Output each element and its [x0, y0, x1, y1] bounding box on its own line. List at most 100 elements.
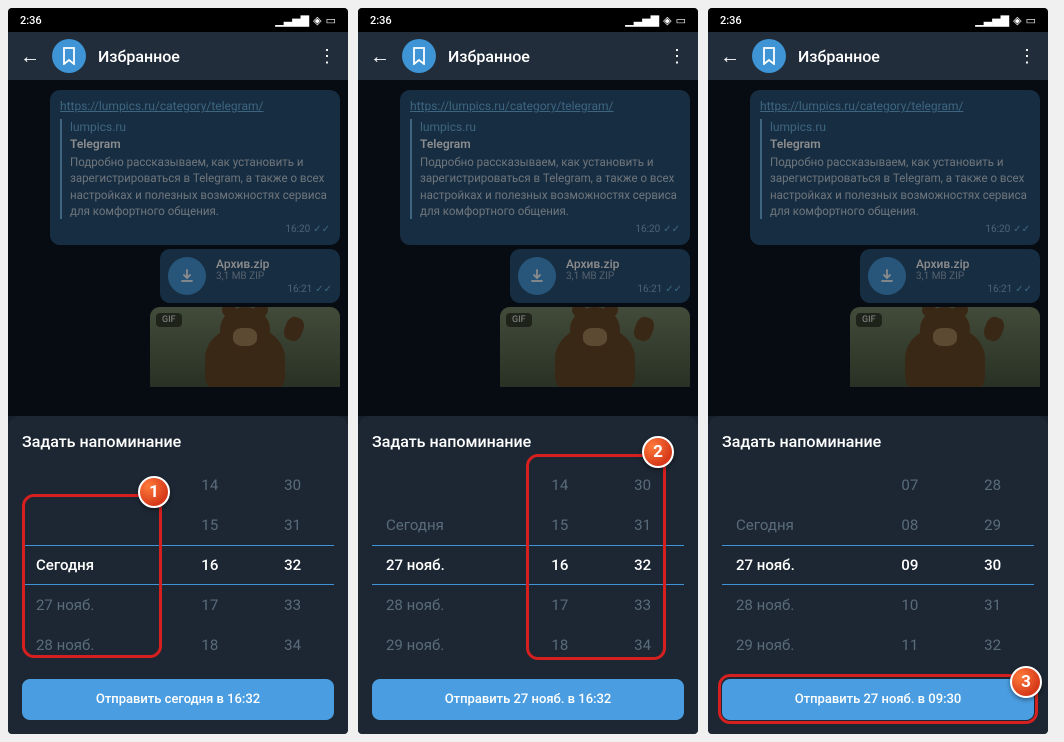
picker-item[interactable]: 30 [601, 465, 684, 505]
phone-screen-1: 2:36 ▁▃▅▇ ◈ ▭ ← Избранное ⋮ https://lump… [8, 8, 348, 734]
picker-item-selected[interactable]: 16 [518, 545, 601, 585]
message-gif[interactable]: GIF [150, 307, 340, 387]
picker-item[interactable]: 28 нояб. [736, 585, 868, 625]
message-link[interactable]: https://lumpics.ru/category/telegram/ [60, 99, 264, 113]
preview-site: lumpics.ru [70, 119, 330, 136]
picker-item[interactable]: 30 [251, 465, 334, 505]
picker-item[interactable]: 08 [868, 505, 951, 545]
picker-item-selected[interactable]: 09 [868, 545, 951, 585]
message-gif[interactable]: GIF [500, 307, 690, 387]
message-link-preview[interactable]: https://lumpics.ru/category/telegram/ lu… [50, 90, 340, 245]
picker-item[interactable]: 27 нояб. [36, 585, 168, 625]
picker-item[interactable]: 34 [251, 625, 334, 665]
picker-item[interactable] [386, 465, 518, 505]
picker-item[interactable]: Сегодня [386, 505, 518, 545]
chat-title[interactable]: Избранное [98, 47, 306, 66]
minute-column[interactable]: 28 29 30 31 32 [951, 465, 1034, 665]
picker-item[interactable] [736, 465, 868, 505]
picker-item-selected[interactable]: Сегодня [36, 545, 168, 585]
status-icons: ▁▃▅▇ ◈ ▭ [275, 14, 336, 27]
picker-item[interactable]: 14 [518, 465, 601, 505]
picker-item-selected[interactable]: 27 нояб. [386, 545, 518, 585]
status-icons: ▁▃▅▇ ◈ ▭ [975, 14, 1036, 27]
chat-title[interactable]: Избранное [448, 47, 656, 66]
picker-item[interactable]: 10 [868, 585, 951, 625]
minute-column[interactable]: 30 31 32 33 34 [601, 465, 684, 665]
message-link-preview[interactable]: https://lumpics.ru/category/telegram/ lu… [400, 90, 690, 245]
message-link[interactable]: https://lumpics.ru/category/telegram/ [410, 99, 614, 113]
status-icons: ▁▃▅▇ ◈ ▭ [625, 14, 686, 27]
message-file[interactable]: Архив.zip 3,1 MB ZIP 16:21✓✓ [160, 249, 340, 303]
picker-item[interactable]: 32 [951, 625, 1034, 665]
back-arrow-icon[interactable]: ← [20, 44, 40, 69]
wifi-icon: ◈ [313, 14, 321, 27]
picker-item[interactable]: 28 нояб. [36, 625, 168, 665]
picker-item[interactable]: 17 [518, 585, 601, 625]
picker-item[interactable]: 33 [251, 585, 334, 625]
picker-item[interactable]: 31 [951, 585, 1034, 625]
picker-item[interactable]: 14 [168, 465, 251, 505]
datetime-picker[interactable]: Сегодня 27 нояб. 28 нояб. 29 нояб. 07 08… [722, 465, 1034, 665]
file-download-icon[interactable] [168, 257, 206, 295]
link-preview: lumpics.ru Telegram Подробно рассказывае… [760, 119, 1030, 219]
picker-item[interactable]: 29 [951, 505, 1034, 545]
picker-item[interactable]: 31 [251, 505, 334, 545]
picker-item[interactable] [36, 505, 168, 545]
preview-description: Подробно рассказываем, как установить и … [70, 154, 330, 218]
message-link-preview[interactable]: https://lumpics.ru/category/telegram/ lu… [750, 90, 1040, 245]
message-file[interactable]: Архив.zip 3,1 MB ZIP 16:21✓✓ [860, 249, 1040, 303]
send-button[interactable]: Отправить сегодня в 16:32 [22, 679, 334, 720]
message-link[interactable]: https://lumpics.ru/category/telegram/ [760, 99, 964, 113]
picker-item[interactable]: 18 [168, 625, 251, 665]
menu-dots-icon[interactable]: ⋮ [1018, 46, 1036, 67]
picker-item[interactable]: 17 [168, 585, 251, 625]
date-column[interactable]: Сегодня 27 нояб. 28 нояб. 29 нояб. [722, 465, 868, 665]
picker-item-selected[interactable]: 30 [951, 545, 1034, 585]
menu-dots-icon[interactable]: ⋮ [318, 46, 336, 67]
picker-item[interactable]: 29 нояб. [386, 625, 518, 665]
picker-item[interactable]: 18 [518, 625, 601, 665]
picker-item[interactable]: 11 [868, 625, 951, 665]
chat-title[interactable]: Избранное [798, 47, 1006, 66]
picker-item[interactable]: Сегодня [736, 505, 868, 545]
file-download-icon[interactable] [518, 257, 556, 295]
status-time: 2:36 [370, 14, 392, 27]
picker-item-selected[interactable]: 16 [168, 545, 251, 585]
picker-item[interactable]: 15 [168, 505, 251, 545]
picker-item-selected[interactable]: 32 [601, 545, 684, 585]
bookmark-icon[interactable] [402, 39, 436, 73]
file-size: 3,1 MB ZIP [916, 271, 1032, 282]
picker-item[interactable]: 31 [601, 505, 684, 545]
picker-item[interactable]: 28 [951, 465, 1034, 505]
picker-item[interactable]: 34 [601, 625, 684, 665]
phone-screen-2: 2:36 ▁▃▅▇ ◈ ▭ ← Избранное ⋮ https://lump… [358, 8, 698, 734]
picker-item[interactable]: 28 нояб. [386, 585, 518, 625]
picker-item[interactable]: 07 [868, 465, 951, 505]
back-arrow-icon[interactable]: ← [370, 44, 390, 69]
bookmark-icon[interactable] [52, 39, 86, 73]
picker-item-selected[interactable]: 32 [251, 545, 334, 585]
picker-item-selected[interactable]: 27 нояб. [736, 545, 868, 585]
bookmark-icon[interactable] [752, 39, 786, 73]
message-file[interactable]: Архив.zip 3,1 MB ZIP 16:21✓✓ [510, 249, 690, 303]
date-column[interactable]: Сегодня 27 нояб. 28 нояб. 29 нояб. [372, 465, 518, 665]
picker-item[interactable]: 15 [518, 505, 601, 545]
send-button[interactable]: Отправить 27 нояб. в 16:32 [372, 679, 684, 720]
datetime-picker[interactable]: Сегодня 27 нояб. 28 нояб. 29 нояб. 14 15… [372, 465, 684, 665]
wifi-icon: ◈ [1013, 14, 1021, 27]
message-gif[interactable]: GIF [850, 307, 1040, 387]
file-download-icon[interactable] [868, 257, 906, 295]
read-checkmarks-icon: ✓✓ [313, 224, 330, 235]
hour-column[interactable]: 07 08 09 10 11 [868, 465, 951, 665]
datetime-picker[interactable]: Сегодня 27 нояб. 28 нояб. 14 15 16 17 18… [22, 465, 334, 665]
send-button[interactable]: Отправить 27 нояб. в 09:30 [722, 679, 1034, 720]
picker-item[interactable]: 29 нояб. [736, 625, 868, 665]
hour-column[interactable]: 14 15 16 17 18 [518, 465, 601, 665]
hour-column[interactable]: 14 15 16 17 18 [168, 465, 251, 665]
picker-item[interactable]: 33 [601, 585, 684, 625]
menu-dots-icon[interactable]: ⋮ [668, 46, 686, 67]
back-arrow-icon[interactable]: ← [720, 44, 740, 69]
chat-header: ← Избранное ⋮ [8, 32, 348, 80]
bear-image [895, 307, 995, 387]
minute-column[interactable]: 30 31 32 33 34 [251, 465, 334, 665]
